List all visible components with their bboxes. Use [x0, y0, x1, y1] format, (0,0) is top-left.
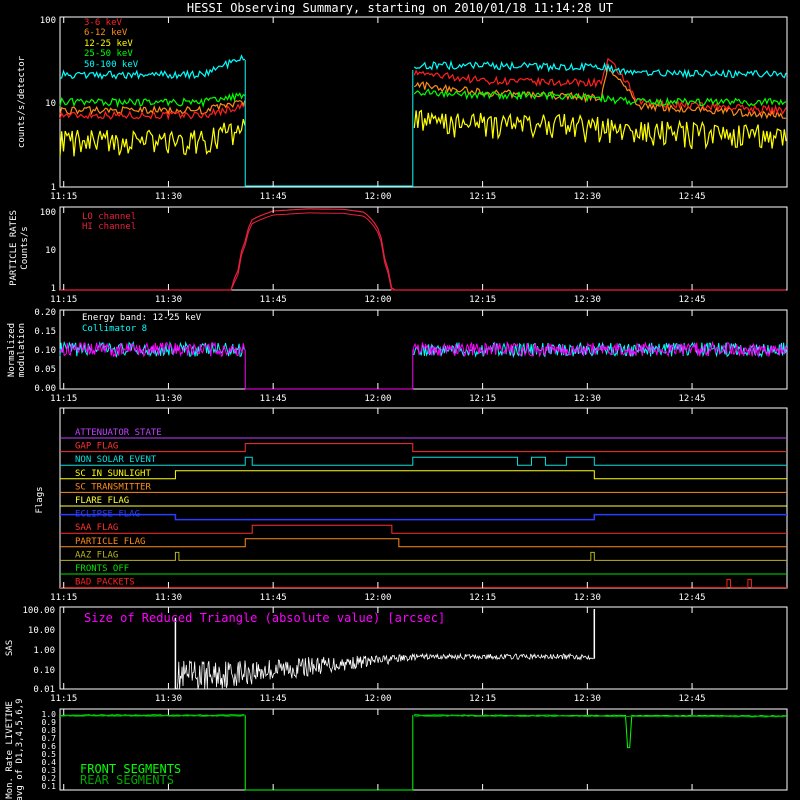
time-label: 12:45	[679, 593, 706, 603]
legend-collimator: Collimator 8	[82, 324, 147, 334]
time-label: 11:30	[155, 593, 182, 603]
flag-label: ATTENUATOR STATE	[75, 428, 162, 438]
particle-ytick: 100	[40, 208, 56, 218]
flag-label: FRONTS OFF	[75, 564, 129, 574]
flag-label: FLARE FLAG	[75, 496, 129, 506]
time-label: 11:45	[260, 295, 287, 305]
modulation-ylabel-2: modulation	[17, 323, 27, 377]
time-label: 11:15	[50, 192, 77, 202]
modulation-ytick: 0.10	[34, 346, 56, 356]
time-label: 12:45	[679, 295, 706, 305]
legend-energy-band: Energy band: 12-25 keV	[82, 313, 202, 323]
time-label: 12:15	[469, 192, 496, 202]
time-label: 12:30	[574, 694, 601, 704]
flag-label: GAP FLAG	[75, 442, 118, 452]
time-label: 12:45	[679, 694, 706, 704]
time-label: 11:45	[260, 192, 287, 202]
time-label: 11:45	[260, 394, 287, 404]
sas-ytick: 100.00	[22, 606, 55, 616]
sas-ytick: 0.10	[33, 666, 55, 676]
time-label: 12:30	[574, 593, 601, 603]
modulation-ytick: 0.05	[34, 365, 56, 375]
counts-ytick: 100	[40, 16, 56, 26]
flag-label: SAA FLAG	[75, 523, 118, 533]
particle-ytick: 1	[51, 284, 56, 294]
flags-ylabel: Flags	[35, 486, 45, 513]
time-label: 11:30	[155, 192, 182, 202]
time-label: 11:15	[50, 295, 77, 305]
modulation-ylabel-1: Normalized	[7, 323, 17, 377]
time-label: 12:00	[364, 694, 391, 704]
counts-ylabel: counts/s/detector	[17, 55, 27, 148]
particle-ylabel-1: PARTICLE RATES	[9, 210, 19, 286]
time-label: 12:00	[364, 593, 391, 603]
time-label: 12:15	[469, 295, 496, 305]
flag-label: PARTICLE FLAG	[75, 537, 145, 547]
sas-ytick: 1.00	[33, 646, 55, 656]
legend-lo-channel: LO channel	[82, 212, 136, 222]
time-label: 11:30	[155, 394, 182, 404]
livetime-ylabel-2: avg of D1,3,4,5,6,9	[15, 699, 25, 800]
time-label: 11:45	[260, 593, 287, 603]
time-label: 12:15	[469, 593, 496, 603]
modulation-ytick: 0.00	[34, 384, 56, 394]
legend-12-25kev: 12-25 keV	[84, 39, 133, 49]
flag-label: SC IN SUNLIGHT	[75, 469, 151, 479]
sas-ylabel: SAS	[5, 640, 15, 656]
time-label: 11:15	[50, 593, 77, 603]
summary-figure: HESSI Observing Summary, starting on 201…	[0, 0, 800, 800]
time-label: 12:00	[364, 394, 391, 404]
counts-ytick: 10	[45, 99, 56, 109]
legend-hi-channel: HI channel	[82, 222, 136, 232]
time-label: 12:30	[574, 295, 601, 305]
time-label: 11:15	[50, 694, 77, 704]
modulation-ytick: 0.15	[34, 327, 56, 337]
time-label: 12:00	[364, 192, 391, 202]
time-label: 12:45	[679, 394, 706, 404]
time-label: 12:00	[364, 295, 391, 305]
modulation-ytick: 0.20	[34, 308, 56, 318]
time-label: 11:15	[50, 394, 77, 404]
time-label: 11:30	[155, 694, 182, 704]
legend-3-6kev: 3-6 keV	[84, 18, 123, 28]
flag-label: BAD PACKETS	[75, 578, 135, 588]
legend-50-100kev: 50-100 keV	[84, 60, 139, 70]
time-label: 12:15	[469, 694, 496, 704]
time-label: 11:45	[260, 694, 287, 704]
particle-ylabel-2: Counts/s	[20, 226, 30, 269]
flag-label: NON SOLAR EVENT	[75, 455, 157, 465]
time-label: 11:30	[155, 295, 182, 305]
livetime-ytick: 0.1	[42, 782, 57, 791]
time-label: 12:45	[679, 192, 706, 202]
flag-label: SC TRANSMITTER	[75, 482, 151, 492]
figure-title: HESSI Observing Summary, starting on 201…	[187, 1, 613, 15]
sas-annotation: Size of Reduced Triangle (absolute value…	[84, 611, 445, 625]
time-label: 12:30	[574, 394, 601, 404]
sas-ytick: 10.00	[28, 626, 55, 636]
livetime-ylabel-1: Mon. Rate LIVETIME	[5, 701, 15, 799]
time-label: 12:30	[574, 192, 601, 202]
flag-label: AAZ FLAG	[75, 550, 118, 560]
legend-rear-segments: REAR SEGMENTS	[80, 773, 174, 787]
particle-ytick: 10	[45, 246, 56, 256]
legend-25-50kev: 25-50 keV	[84, 49, 133, 59]
time-label: 12:15	[469, 394, 496, 404]
legend-6-12kev: 6-12 keV	[84, 28, 128, 38]
